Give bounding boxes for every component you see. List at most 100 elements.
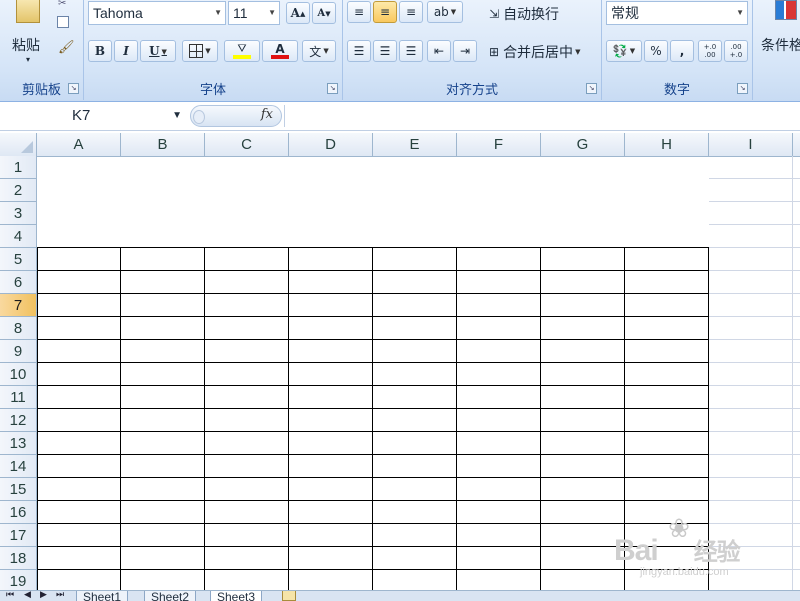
- align-center-icon: ☰: [379, 44, 391, 58]
- italic-button[interactable]: I: [114, 40, 138, 62]
- borders-icon: [189, 44, 204, 58]
- column-header-f[interactable]: F: [457, 133, 541, 156]
- percent-button[interactable]: %: [644, 40, 668, 62]
- gridline: [709, 339, 800, 340]
- row-header-3[interactable]: 3: [0, 202, 36, 225]
- shrink-font-button[interactable]: A ▼: [312, 2, 336, 24]
- row-header-14[interactable]: 14: [0, 455, 36, 478]
- formula-input[interactable]: [284, 105, 800, 127]
- number-group-label: 数字: [663, 83, 690, 98]
- row-header-12[interactable]: 12: [0, 409, 36, 432]
- align-right-button[interactable]: ☰: [399, 40, 423, 62]
- table-border-v: [708, 247, 709, 590]
- cell-grid[interactable]: [37, 156, 800, 590]
- number-launcher-icon[interactable]: ↘: [737, 83, 748, 94]
- column-header-c[interactable]: C: [205, 133, 289, 156]
- number-format-select[interactable]: 常规 ▼: [606, 1, 748, 25]
- column-header-g[interactable]: G: [541, 133, 625, 156]
- font-launcher-icon[interactable]: ↘: [327, 83, 338, 94]
- styles-group: 条件格: [753, 0, 800, 100]
- first-sheet-icon[interactable]: ⏮: [6, 591, 14, 600]
- decrease-decimal-button[interactable]: .00 +.0: [724, 40, 748, 62]
- table-border-v: [372, 247, 373, 590]
- clipboard-group: 粘贴 ▾ ✂ 🖌 剪贴板 ↘: [0, 0, 84, 100]
- merge-center-button[interactable]: ⊞ 合并后居中 ▼: [489, 42, 580, 62]
- font-color-swatch: [271, 55, 289, 59]
- merge-center-icon: ⊞: [489, 45, 500, 59]
- italic-label: I: [123, 44, 129, 58]
- formula-bar: K7 ▼ fx: [0, 102, 800, 131]
- font-size-select[interactable]: 11 ▼: [228, 1, 280, 25]
- row-header-5[interactable]: 5: [0, 248, 36, 271]
- copy-icon[interactable]: [57, 16, 69, 28]
- bold-button[interactable]: B: [88, 40, 112, 62]
- conditional-format-icon[interactable]: [775, 0, 797, 20]
- accounting-format-button[interactable]: 💱 ▼: [606, 40, 642, 62]
- column-header-i[interactable]: I: [709, 133, 793, 156]
- format-painter-icon[interactable]: 🖌: [58, 40, 75, 55]
- row-header-1[interactable]: 1: [0, 156, 36, 179]
- column-header-a[interactable]: A: [37, 133, 121, 156]
- row-header-18[interactable]: 18: [0, 547, 36, 570]
- column-header-h[interactable]: H: [625, 133, 709, 156]
- alignment-launcher-icon[interactable]: ↘: [586, 83, 597, 94]
- column-header-d[interactable]: D: [289, 133, 373, 156]
- table-border-h: [37, 247, 709, 248]
- row-header-9[interactable]: 9: [0, 340, 36, 363]
- decrease-decimal-label: .00 +.0: [729, 43, 743, 59]
- grow-font-button[interactable]: A ▲: [286, 2, 310, 24]
- row-header-15[interactable]: 15: [0, 478, 36, 501]
- row-header-7[interactable]: 7: [0, 294, 36, 317]
- row-header-4[interactable]: 4: [0, 225, 36, 248]
- borders-button[interactable]: ▼: [182, 40, 218, 62]
- row-header-13[interactable]: 13: [0, 432, 36, 455]
- table-border-v: [204, 247, 205, 590]
- align-bottom-button[interactable]: ≡: [399, 1, 423, 23]
- last-sheet-icon[interactable]: ⏭: [56, 591, 64, 600]
- cut-icon[interactable]: ✂: [58, 0, 66, 9]
- orientation-button[interactable]: ab ▼: [427, 1, 463, 23]
- gridline: [709, 316, 800, 317]
- increase-indent-button[interactable]: ⇥: [453, 40, 477, 62]
- paste-button[interactable]: 粘贴 ▾: [4, 0, 52, 72]
- gridline: [709, 431, 800, 432]
- chevron-down-icon: ▼: [736, 8, 744, 17]
- prev-sheet-icon[interactable]: ◀: [24, 591, 31, 600]
- column-header-e[interactable]: E: [373, 133, 457, 156]
- underline-button[interactable]: U ▼: [140, 40, 176, 62]
- clipboard-launcher-icon[interactable]: ↘: [68, 83, 79, 94]
- insert-function-icon[interactable]: fx: [261, 107, 273, 122]
- phonetic-button[interactable]: 文 ▼: [302, 40, 336, 62]
- align-bottom-icon: ≡: [405, 5, 417, 19]
- paste-label: 粘贴: [12, 38, 40, 54]
- insert-sheet-icon[interactable]: [282, 591, 296, 601]
- gridline: [792, 156, 793, 590]
- font-name-select[interactable]: Tahoma ▼: [88, 1, 226, 25]
- row-header-16[interactable]: 16: [0, 501, 36, 524]
- conditional-format-button[interactable]: 条件格: [761, 35, 800, 55]
- align-left-button[interactable]: ☰: [347, 40, 371, 62]
- increase-decimal-button[interactable]: +.0 .00: [698, 40, 722, 62]
- column-header-b[interactable]: B: [121, 133, 205, 156]
- row-header-8[interactable]: 8: [0, 317, 36, 340]
- align-top-button[interactable]: ≡: [347, 1, 371, 23]
- splitter-handle[interactable]: [193, 110, 205, 124]
- row-header-17[interactable]: 17: [0, 524, 36, 547]
- row-header-2[interactable]: 2: [0, 179, 36, 202]
- comma-button[interactable]: ,: [670, 40, 694, 62]
- align-middle-button[interactable]: ≡: [373, 1, 397, 23]
- row-header-11[interactable]: 11: [0, 386, 36, 409]
- row-header-10[interactable]: 10: [0, 363, 36, 386]
- phonetic-label: 文: [309, 44, 322, 59]
- fill-color-button[interactable]: ⛛: [224, 40, 260, 62]
- align-center-button[interactable]: ☰: [373, 40, 397, 62]
- row-header-6[interactable]: 6: [0, 271, 36, 294]
- table-border-h: [37, 270, 709, 271]
- select-all-corner[interactable]: [0, 133, 37, 156]
- chevron-down-icon[interactable]: ▼: [172, 105, 182, 127]
- name-box[interactable]: K7 ▼: [0, 105, 188, 127]
- font-color-button[interactable]: A: [262, 40, 298, 62]
- wrap-text-button[interactable]: ⇲ 自动换行: [489, 4, 559, 24]
- decrease-indent-button[interactable]: ⇤: [427, 40, 451, 62]
- next-sheet-icon[interactable]: ▶: [40, 591, 47, 600]
